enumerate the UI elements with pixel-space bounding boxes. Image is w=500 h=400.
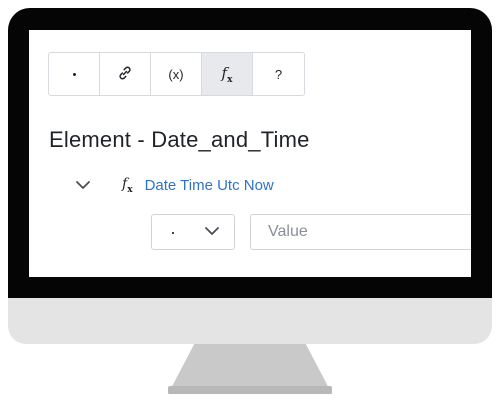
function-icon: fx [221, 63, 233, 85]
help-button[interactable]: ? [253, 53, 304, 95]
function-button[interactable]: fx [202, 53, 253, 95]
expression-toolbar: (x) fx ? [48, 52, 305, 96]
function-link[interactable]: Date Time Utc Now [145, 177, 274, 194]
monitor-chin [8, 298, 492, 344]
dot-button[interactable] [49, 53, 100, 95]
variable-button[interactable]: (x) [151, 53, 202, 95]
element-title: Element - Date_and_Time [49, 127, 310, 152]
value-input[interactable] [250, 214, 471, 250]
chevron-down-icon [204, 223, 220, 241]
function-row: fx Date Time Utc Now [74, 176, 274, 195]
operator-select[interactable]: · [151, 214, 235, 250]
dot-icon [72, 72, 76, 76]
link-icon [117, 65, 133, 84]
link-button[interactable] [100, 53, 151, 95]
operator-value: · [170, 221, 176, 242]
variable-label: (x) [168, 66, 184, 82]
screen: (x) fx ? Element - Date_and_Time fx Date… [29, 30, 471, 277]
help-label: ? [274, 66, 283, 82]
function-icon: fx [122, 176, 133, 195]
monitor-stand-base [168, 386, 332, 394]
chevron-down-icon[interactable] [74, 176, 92, 194]
